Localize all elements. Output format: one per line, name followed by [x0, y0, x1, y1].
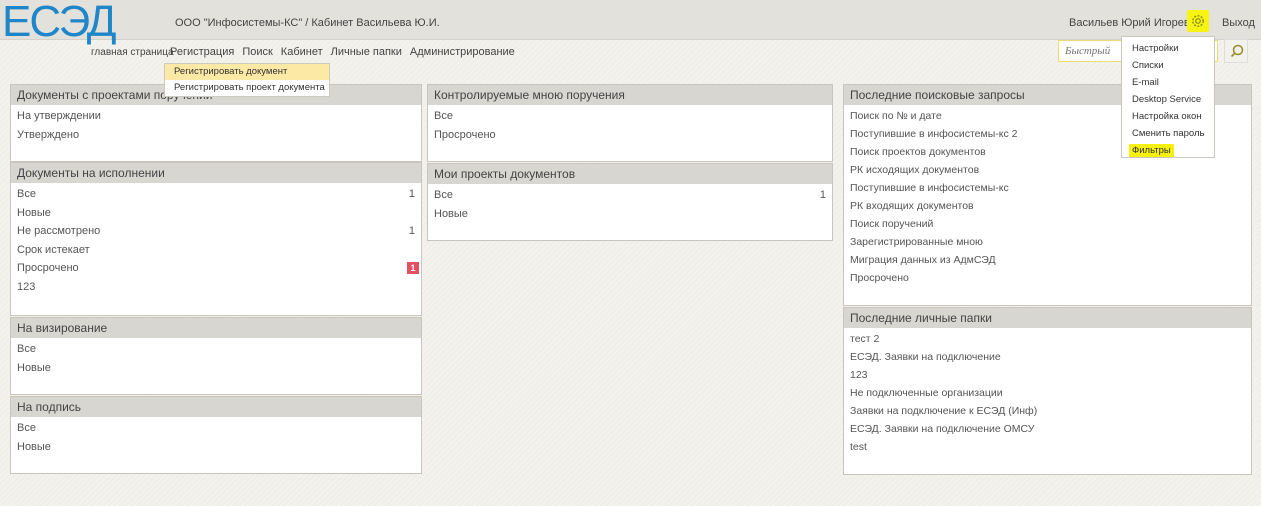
list-item[interactable]: Новые	[11, 359, 421, 378]
organization-label: ООО "Инфосистемы-КС" / Кабинет Васильева…	[175, 17, 440, 29]
count: 1	[408, 225, 415, 238]
list-item[interactable]: Просрочено 1	[11, 259, 421, 278]
list-item[interactable]: ЕСЭД. Заявки на подключение	[844, 348, 1251, 366]
search-icon	[1230, 44, 1244, 58]
home-link[interactable]: главная страница	[91, 47, 174, 58]
panel-vising: На визирование Все Новые	[10, 317, 422, 395]
settings-item-settings[interactable]: Настройки	[1122, 41, 1214, 57]
user-name[interactable]: Васильев Юрий Игоревич	[1069, 17, 1202, 29]
list-item[interactable]: Не подключенные организации	[844, 384, 1251, 402]
list-item[interactable]: Все	[11, 419, 421, 438]
list-item[interactable]: тест 2	[844, 330, 1251, 348]
settings-item-change-password[interactable]: Сменить пароль	[1122, 126, 1214, 142]
gear-icon	[1192, 15, 1204, 27]
list-item[interactable]: Все 1	[428, 186, 832, 205]
list-item[interactable]: Просрочено	[428, 126, 832, 145]
list-item[interactable]: Срок истекает	[11, 241, 421, 260]
panel-title: На подпись	[11, 397, 421, 417]
list-item[interactable]: Все 1	[11, 185, 421, 204]
list-item[interactable]: Миграция данных из АдмСЭД	[844, 251, 1251, 269]
panel-title: Документы на исполнении	[11, 163, 421, 183]
settings-item-filters[interactable]: Фильтры	[1122, 143, 1214, 159]
panel-title: Последние личные папки	[844, 308, 1251, 328]
settings-gear-button[interactable]	[1187, 10, 1209, 32]
menu-personal-folders[interactable]: Личные папки	[331, 46, 402, 60]
count: 1	[408, 188, 415, 200]
panel-recent-folders: Последние личные папки тест 2 ЕСЭД. Заяв…	[843, 307, 1252, 475]
list-item[interactable]: Все	[428, 107, 832, 126]
list-item[interactable]: Не рассмотрено 1	[11, 222, 421, 241]
overdue-badge: 1	[407, 262, 419, 275]
list-item[interactable]: Просрочено	[844, 269, 1251, 287]
settings-item-desktop-service[interactable]: Desktop Service	[1122, 92, 1214, 108]
registration-dropdown: Регистрировать документ Регистрировать п…	[164, 63, 330, 97]
panel-controlled: Контролируемые мною поручения Все Просро…	[427, 84, 833, 162]
list-item[interactable]: РК исходящих документов	[844, 161, 1251, 179]
register-document-item[interactable]: Регистрировать документ	[165, 64, 329, 80]
list-item[interactable]: РК входящих документов	[844, 197, 1251, 215]
list-item[interactable]: Поступившие в инфосистемы-кс	[844, 179, 1251, 197]
panel-title: Мои проекты документов	[428, 164, 832, 184]
menu-search[interactable]: Поиск	[242, 46, 272, 60]
settings-menu: Настройки Списки E-mail Desktop Service …	[1121, 36, 1215, 158]
list-item[interactable]: test	[844, 438, 1251, 456]
panel-title: Контролируемые мною поручения	[428, 85, 832, 105]
list-item[interactable]: ЕСЭД. Заявки на подключение ОМСУ	[844, 420, 1251, 438]
settings-item-window-setup[interactable]: Настройка окон	[1122, 109, 1214, 125]
panel-title: На визирование	[11, 318, 421, 338]
count: 1	[819, 189, 826, 201]
panel-signing: На подпись Все Новые	[10, 396, 422, 474]
menu-administration[interactable]: Администрирование	[410, 46, 515, 60]
menu-cabinet[interactable]: Кабинет	[281, 46, 323, 60]
logout-link[interactable]: Выход	[1222, 17, 1255, 29]
list-item[interactable]: 123	[11, 278, 421, 297]
list-item[interactable]: Новые	[11, 438, 421, 457]
settings-item-email[interactable]: E-mail	[1122, 75, 1214, 91]
list-item[interactable]: На утверждении	[11, 107, 421, 126]
list-item[interactable]: Все	[11, 340, 421, 359]
list-item[interactable]: 123	[844, 366, 1251, 384]
list-item[interactable]: Заявки на подключение к ЕСЭД (Инф)	[844, 402, 1251, 420]
menu-registration[interactable]: Регистрация	[170, 46, 234, 60]
list-item[interactable]: Утверждено	[11, 126, 421, 145]
search-button[interactable]	[1224, 39, 1248, 63]
list-item[interactable]: Поиск поручений	[844, 215, 1251, 233]
settings-item-lists[interactable]: Списки	[1122, 58, 1214, 74]
list-item[interactable]: Новые	[428, 205, 832, 224]
panel-my-projects: Мои проекты документов Все 1 Новые	[427, 163, 833, 241]
panel-execution: Документы на исполнении Все 1 Новые Не ра…	[10, 162, 422, 316]
list-item[interactable]: Зарегистрированные мною	[844, 233, 1251, 251]
register-project-item[interactable]: Регистрировать проект документа	[165, 80, 329, 96]
logo[interactable]: ЕСЭД	[2, 0, 117, 44]
list-item[interactable]: Новые	[11, 204, 421, 223]
main-menu: Регистрация Поиск Кабинет Личные папки А…	[170, 46, 515, 60]
